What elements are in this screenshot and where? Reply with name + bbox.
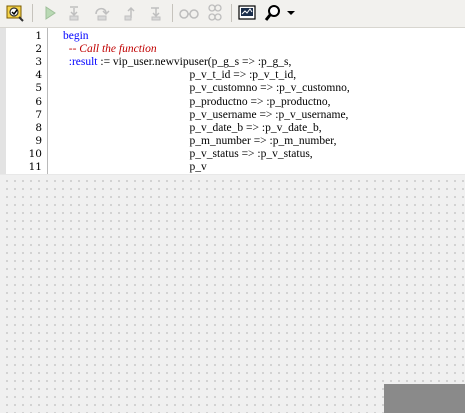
line-number: 3: [35, 56, 42, 69]
output-window-icon[interactable]: [236, 2, 258, 24]
line-number: 10: [28, 147, 42, 160]
code-text: p_v_t_id => :p_v_t_id,: [63, 69, 297, 82]
code-line: :result := vip_user.newvipuser(p_g_s => …: [63, 56, 292, 69]
code-line: p_v_customno => :p_v_customno,: [63, 82, 350, 94]
code-text: p_v_customno => :p_v_customno,: [63, 82, 350, 95]
toggle-breakpoint-icon[interactable]: [177, 2, 201, 24]
sql-editor[interactable]: 1 begin 2 -- Call the function 3 :result :=…: [0, 28, 465, 174]
grid-divider: [0, 174, 465, 175]
line-number: 5: [35, 82, 42, 95]
compile-icon[interactable]: [4, 2, 26, 24]
code-line: p_v_t_id => :p_v_t_id,: [63, 69, 297, 82]
line-number: 2: [35, 43, 42, 56]
line-number: 4: [35, 69, 42, 82]
code-text: p_m_number => :p_m_number,: [63, 134, 337, 147]
line-number: 6: [35, 95, 42, 108]
code-comment: -- Call the function: [63, 43, 157, 56]
code-text: p_v_username => :p_v_username,: [63, 108, 349, 121]
line-number: 8: [35, 121, 42, 134]
line-number: 9: [35, 134, 42, 147]
code-text: p_v_date_b => :p_v_date_b,: [63, 121, 322, 134]
step-over-icon[interactable]: [90, 2, 114, 24]
dropdown-arrow-icon[interactable]: [284, 2, 298, 24]
size-grip-corner: [384, 384, 465, 413]
execute-icon[interactable]: [40, 2, 60, 24]
line-number: 1: [35, 30, 42, 42]
code-line: p_v: [63, 161, 207, 173]
designer-grid-area[interactable]: [0, 174, 465, 413]
add-watch-icon[interactable]: [204, 2, 226, 24]
code-text: p_productno => :p_productno,: [63, 95, 331, 108]
debug-toolbar: [0, 0, 465, 28]
code-keyword: begin: [63, 30, 89, 42]
code-line: p_productno => :p_productno,: [63, 96, 331, 108]
code-line: -- Call the function: [63, 43, 157, 55]
code-keyword: :result: [63, 56, 98, 69]
step-into-icon[interactable]: [63, 2, 85, 24]
code-line: p_v_date_b => :p_v_date_b,: [63, 122, 322, 134]
code-text: p_v: [63, 161, 207, 173]
code-text: p_v_status => :p_v_status,: [63, 147, 313, 160]
code-line: p_m_number => :p_m_number,: [63, 134, 337, 147]
code-line: begin: [63, 30, 89, 42]
step-out-icon[interactable]: [120, 2, 142, 24]
line-number: 11: [28, 161, 42, 173]
run-to-exception-icon[interactable]: [145, 2, 167, 24]
code-line: p_v_username => :p_v_username,: [63, 108, 349, 121]
line-number: 7: [35, 108, 42, 121]
code-text: := vip_user.newvipuser(p_g_s => :p_g_s,: [97, 56, 292, 69]
find-icon[interactable]: [262, 2, 284, 24]
code-line: p_v_status => :p_v_status,: [63, 148, 313, 160]
